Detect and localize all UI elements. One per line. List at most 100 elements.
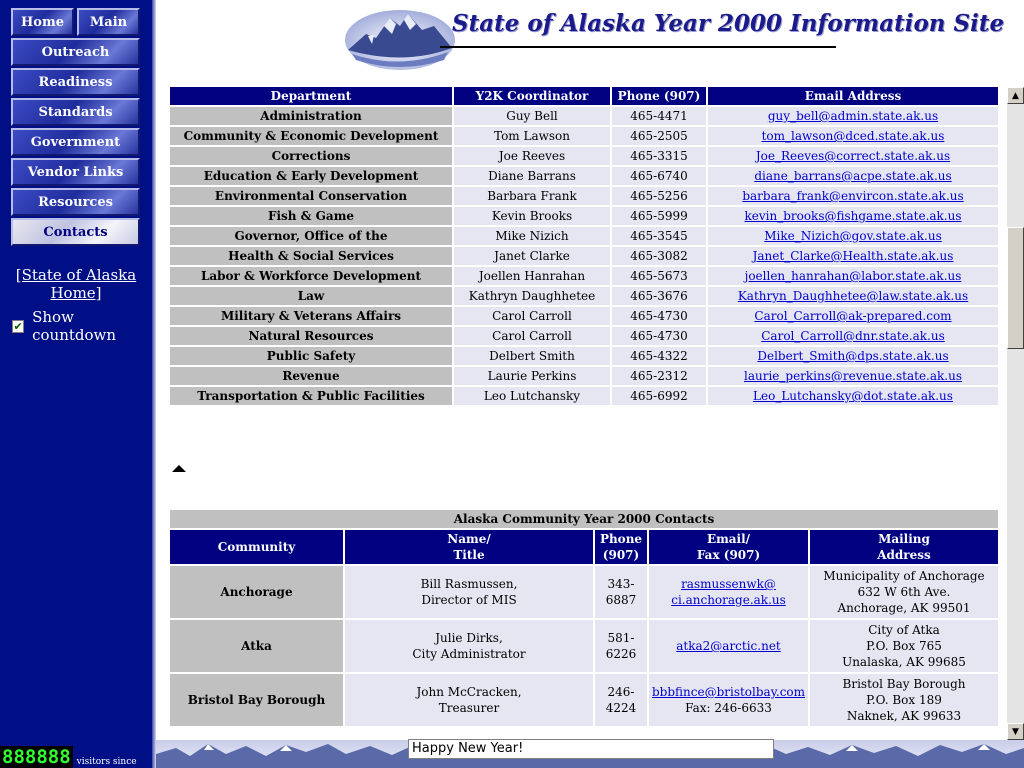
scroll-up-arrow-icon[interactable]: ▲ bbox=[1007, 87, 1024, 104]
email-link[interactable]: guy_bell@admin.state.ak.us bbox=[768, 109, 938, 123]
email-link[interactable]: ci.anchorage.ak.us bbox=[671, 593, 786, 607]
email-link[interactable]: Leo_Lutchansky@dot.state.ak.us bbox=[753, 389, 953, 403]
email-cell: diane_barrans@acpe.state.ak.us bbox=[708, 167, 998, 185]
email-link[interactable]: joellen_hanrahan@labor.state.ak.us bbox=[745, 269, 962, 283]
email-link[interactable]: Carol_Carroll@dnr.state.ak.us bbox=[761, 329, 945, 343]
table-row: Law Kathryn Daughhetee 465-3676 Kathryn_Dau… bbox=[170, 287, 998, 305]
mailing-address-cell: Bristol Bay Borough P.O. Box 189 Naknek, A… bbox=[810, 674, 998, 726]
email-link[interactable]: Mike_Nizich@gov.state.ak.us bbox=[764, 229, 942, 243]
table-row: Administration Guy Bell 465-4471 guy_bell@a… bbox=[170, 107, 998, 125]
mailing-address-cell: Municipality of Anchorage 632 W 6th Ave. A… bbox=[810, 566, 998, 618]
phone-cell: 465-3676 bbox=[612, 287, 706, 305]
coordinator-cell: Guy Bell bbox=[454, 107, 610, 125]
department-cell: Military & Veterans Affairs bbox=[170, 307, 452, 325]
nav-resources-button[interactable]: Resources bbox=[11, 188, 140, 216]
vertical-scrollbar[interactable]: ▲ ▼ bbox=[1007, 87, 1024, 740]
nav-readiness-button[interactable]: Readiness bbox=[11, 68, 140, 96]
email-link[interactable]: Janet_Clarke@Health.state.ak.us bbox=[753, 249, 954, 263]
email-link[interactable]: atka2@arctic.net bbox=[676, 639, 781, 653]
email-link[interactable]: laurie_perkins@revenue.state.ak.us bbox=[744, 369, 962, 383]
nav-main-button[interactable]: Main bbox=[77, 8, 140, 36]
email-link[interactable]: barbara_frank@envircon.state.ak.us bbox=[742, 189, 963, 203]
left-navigation: Home Main Outreach Readiness Standards G… bbox=[0, 0, 152, 768]
email-link[interactable]: diane_barrans@acpe.state.ak.us bbox=[754, 169, 951, 183]
table-header-row: Community Name/Title Phone (907) Email/Fa… bbox=[170, 530, 998, 564]
phone-cell: 465-6992 bbox=[612, 387, 706, 405]
email-cell: tom_lawson@dced.state.ak.us bbox=[708, 127, 998, 145]
email-cell: Kathryn_Daughhetee@law.state.ak.us bbox=[708, 287, 998, 305]
name-line: Treasurer bbox=[438, 701, 500, 715]
site-title: State of Alaska Year 2000 Information Si… bbox=[452, 10, 1005, 37]
coordinator-cell: Carol Carroll bbox=[454, 327, 610, 345]
address-line: P.O. Box 765 bbox=[866, 639, 942, 653]
department-cell: Corrections bbox=[170, 147, 452, 165]
email-cell: kevin_brooks@fishgame.state.ak.us bbox=[708, 207, 998, 225]
coordinator-cell: Tom Lawson bbox=[454, 127, 610, 145]
email-cell: guy_bell@admin.state.ak.us bbox=[708, 107, 998, 125]
name-line: Julie Dirks, bbox=[435, 631, 503, 645]
email-link[interactable]: bbbfince@bristolbay.com bbox=[652, 685, 805, 699]
email-fax-cell: atka2@arctic.net bbox=[649, 620, 808, 672]
email-cell: Joe_Reeves@correct.state.ak.us bbox=[708, 147, 998, 165]
department-cell: Public Safety bbox=[170, 347, 452, 365]
address-line: City of Atka bbox=[868, 623, 940, 637]
email-cell: Delbert_Smith@dps.state.ak.us bbox=[708, 347, 998, 365]
address-line: Municipality of Anchorage bbox=[823, 569, 985, 583]
email-fax-cell: rasmussenwk@ ci.anchorage.ak.us bbox=[649, 566, 808, 618]
table-row: Fish & Game Kevin Brooks 465-5999 kevin_bro… bbox=[170, 207, 998, 225]
phone-cell: 246-4224 bbox=[595, 674, 647, 726]
community-contacts-table: Alaska Community Year 2000 Contacts Comm… bbox=[168, 508, 1000, 728]
coordinator-cell: Joe Reeves bbox=[454, 147, 610, 165]
coordinator-cell: Delbert Smith bbox=[454, 347, 610, 365]
coordinator-cell: Mike Nizich bbox=[454, 227, 610, 245]
table-header-row: Department Y2K Coordinator Phone (907) E… bbox=[170, 87, 998, 105]
scrollbar-thumb[interactable] bbox=[1007, 227, 1024, 349]
header-phone: Phone (907) bbox=[595, 530, 647, 564]
address-line: 632 W 6th Ave. bbox=[857, 585, 951, 599]
show-countdown-toggle[interactable]: ✔ Show countdown bbox=[12, 308, 152, 344]
email-link[interactable]: tom_lawson@dced.state.ak.us bbox=[762, 129, 945, 143]
phone-cell: 465-4730 bbox=[612, 307, 706, 325]
coordinator-cell: Janet Clarke bbox=[454, 247, 610, 265]
nav-frame-divider bbox=[152, 0, 156, 768]
department-contacts-table: Department Y2K Coordinator Phone (907) E… bbox=[168, 85, 1000, 407]
table-row: Labor & Workforce Development Joellen Han… bbox=[170, 267, 998, 285]
checkbox-checked-icon[interactable]: ✔ bbox=[12, 319, 25, 333]
phone-cell: 465-2505 bbox=[612, 127, 706, 145]
coordinator-cell: Kevin Brooks bbox=[454, 207, 610, 225]
address-line: P.O. Box 189 bbox=[866, 693, 942, 707]
coordinator-cell: Kathryn Daughhetee bbox=[454, 287, 610, 305]
address-line: Naknek, AK 99633 bbox=[846, 709, 962, 723]
email-link[interactable]: rasmussenwk@ bbox=[681, 577, 776, 591]
nav-vendor-links-button[interactable]: Vendor Links bbox=[11, 158, 140, 186]
scroll-down-arrow-icon[interactable]: ▼ bbox=[1007, 723, 1024, 740]
department-cell: Community & Economic Development bbox=[170, 127, 452, 145]
table-row: Anchorage Bill Rasmussen, Director of MIS 3… bbox=[170, 566, 998, 618]
table-row: Health & Social Services Janet Clarke 465-… bbox=[170, 247, 998, 265]
header-email-fax: Email/Fax (907) bbox=[649, 530, 808, 564]
community-cell: Anchorage bbox=[170, 566, 343, 618]
address-line: Unalaska, AK 99685 bbox=[842, 655, 966, 669]
email-cell: laurie_perkins@revenue.state.ak.us bbox=[708, 367, 998, 385]
email-link[interactable]: Delbert_Smith@dps.state.ak.us bbox=[757, 349, 948, 363]
email-link[interactable]: kevin_brooks@fishgame.state.ak.us bbox=[744, 209, 961, 223]
phone-cell: 465-5256 bbox=[612, 187, 706, 205]
nav-government-button[interactable]: Government bbox=[11, 128, 140, 156]
email-link[interactable]: Kathryn_Daughhetee@law.state.ak.us bbox=[738, 289, 968, 303]
phone-cell: 343-6887 bbox=[595, 566, 647, 618]
state-of-alaska-home-link[interactable]: [State of Alaska Home] bbox=[3, 266, 149, 302]
address-line: Anchorage, AK 99501 bbox=[837, 601, 971, 615]
email-link[interactable]: Carol_Carroll@ak-prepared.com bbox=[754, 309, 951, 323]
back-to-top-arrow-icon[interactable] bbox=[172, 465, 186, 472]
table-row: Public Safety Delbert Smith 465-4322 Delber… bbox=[170, 347, 998, 365]
table-row: Community & Economic Development Tom Laws… bbox=[170, 127, 998, 145]
nav-home-button[interactable]: Home bbox=[11, 8, 74, 36]
nav-contacts-button[interactable]: Contacts bbox=[11, 218, 140, 246]
header-email: Email Address bbox=[708, 87, 998, 105]
name-title-cell: John McCracken, Treasurer bbox=[345, 674, 593, 726]
email-link[interactable]: Joe_Reeves@correct.state.ak.us bbox=[756, 149, 950, 163]
nav-outreach-button[interactable]: Outreach bbox=[11, 38, 140, 66]
nav-standards-button[interactable]: Standards bbox=[11, 98, 140, 126]
visitor-counter: 888888 visitors since bbox=[0, 745, 137, 768]
department-cell: Law bbox=[170, 287, 452, 305]
